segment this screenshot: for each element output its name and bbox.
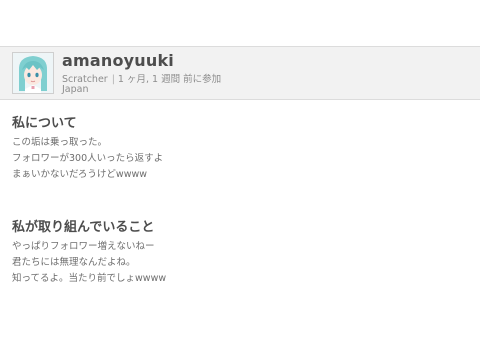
- avatar-image: [13, 53, 53, 93]
- profile-meta: Scratcher | 1 ヶ月, 1 週間 前に参加: [62, 71, 221, 85]
- profile-header: amanoyuuki Scratcher | 1 ヶ月, 1 週間 前に参加 Jap…: [0, 46, 480, 100]
- about-line: まぁいかないだろうけどwwww: [12, 169, 148, 180]
- working-on-line: やっぱりフォロワー増えないねー: [12, 241, 155, 252]
- avatar[interactable]: [12, 52, 54, 94]
- working-on-title: 私が取り組んでいること: [12, 220, 155, 235]
- working-on-line: 知ってるよ。当たり前でしょwwww: [12, 273, 167, 284]
- join-date: 1 ヶ月, 1 週間 前に参加: [117, 74, 222, 85]
- profile-page: amanoyuuki Scratcher | 1 ヶ月, 1 週間 前に参加 Jap…: [0, 0, 480, 360]
- user-location: Japan: [62, 84, 89, 95]
- about-line: この垢は乗っ取った。: [12, 137, 108, 148]
- about-line: フォロワーが300人いったら返すよ: [12, 153, 164, 164]
- username: amanoyuuki: [62, 51, 174, 70]
- about-title: 私について: [12, 116, 77, 131]
- working-on-line: 君たちには無理なんだよね。: [12, 257, 136, 268]
- meta-separator: |: [111, 74, 115, 85]
